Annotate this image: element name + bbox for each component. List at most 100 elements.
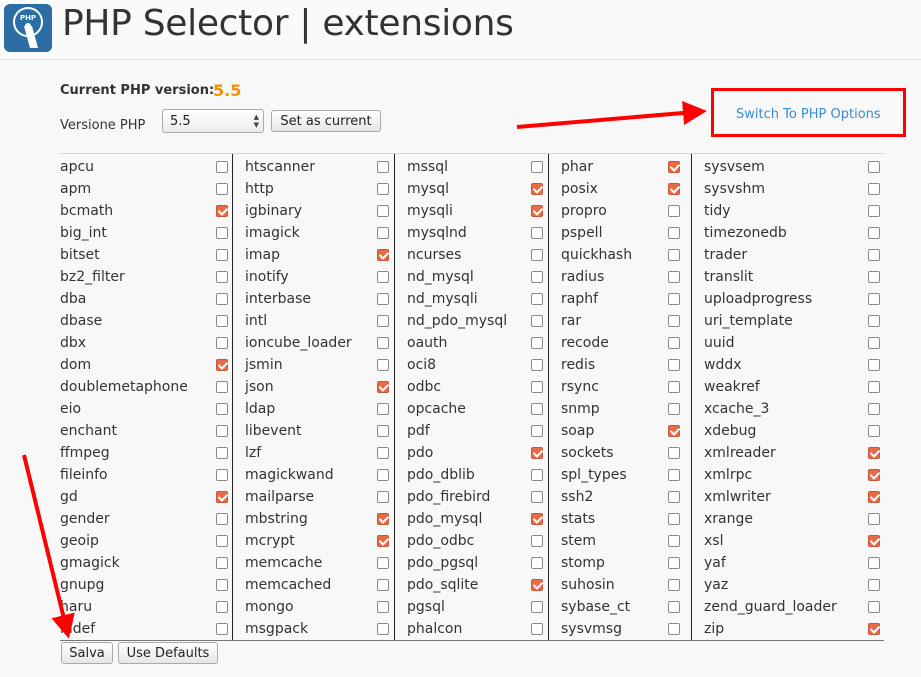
extension-checkbox[interactable] [216, 249, 228, 261]
extension-checkbox[interactable] [868, 337, 880, 349]
extension-checkbox[interactable] [531, 535, 543, 547]
extension-checkbox[interactable] [868, 161, 880, 173]
extension-checkbox[interactable] [377, 447, 389, 459]
extension-checkbox[interactable] [216, 205, 228, 217]
extension-checkbox[interactable] [216, 293, 228, 305]
extension-checkbox[interactable] [216, 513, 228, 525]
extension-checkbox[interactable] [216, 403, 228, 415]
extension-checkbox[interactable] [216, 381, 228, 393]
extension-checkbox[interactable] [531, 315, 543, 327]
extension-checkbox[interactable] [377, 557, 389, 569]
extension-checkbox[interactable] [868, 227, 880, 239]
extension-checkbox[interactable] [377, 601, 389, 613]
extension-checkbox[interactable] [668, 469, 680, 481]
extension-checkbox[interactable] [377, 513, 389, 525]
extension-checkbox[interactable] [868, 513, 880, 525]
extension-checkbox[interactable] [216, 601, 228, 613]
extension-checkbox[interactable] [668, 315, 680, 327]
extension-checkbox[interactable] [668, 403, 680, 415]
extension-checkbox[interactable] [868, 491, 880, 503]
extension-checkbox[interactable] [377, 183, 389, 195]
extension-checkbox[interactable] [668, 227, 680, 239]
extension-checkbox[interactable] [531, 513, 543, 525]
use-defaults-button[interactable]: Use Defaults [118, 642, 218, 664]
extension-checkbox[interactable] [531, 183, 543, 195]
extension-checkbox[interactable] [377, 271, 389, 283]
extension-checkbox[interactable] [216, 315, 228, 327]
extension-checkbox[interactable] [668, 161, 680, 173]
extension-checkbox[interactable] [216, 425, 228, 437]
extension-checkbox[interactable] [377, 491, 389, 503]
extension-checkbox[interactable] [216, 469, 228, 481]
extension-checkbox[interactable] [868, 579, 880, 591]
extension-checkbox[interactable] [668, 337, 680, 349]
extension-checkbox[interactable] [377, 249, 389, 261]
extension-checkbox[interactable] [377, 337, 389, 349]
extension-checkbox[interactable] [377, 315, 389, 327]
extension-checkbox[interactable] [668, 425, 680, 437]
extension-checkbox[interactable] [868, 447, 880, 459]
extension-checkbox[interactable] [531, 491, 543, 503]
php-version-select[interactable]: 5.5 ▲ ▼ [162, 109, 264, 133]
extension-checkbox[interactable] [668, 293, 680, 305]
extension-checkbox[interactable] [216, 337, 228, 349]
extension-checkbox[interactable] [216, 271, 228, 283]
switch-to-php-options-link[interactable]: Switch To PHP Options [736, 107, 881, 122]
extension-checkbox[interactable] [216, 447, 228, 459]
extension-checkbox[interactable] [531, 161, 543, 173]
extension-checkbox[interactable] [868, 381, 880, 393]
extension-checkbox[interactable] [868, 359, 880, 371]
extension-checkbox[interactable] [868, 623, 880, 635]
extension-checkbox[interactable] [531, 293, 543, 305]
extension-checkbox[interactable] [531, 271, 543, 283]
extension-checkbox[interactable] [377, 535, 389, 547]
extension-checkbox[interactable] [377, 381, 389, 393]
extension-checkbox[interactable] [377, 403, 389, 415]
extension-checkbox[interactable] [868, 315, 880, 327]
extension-checkbox[interactable] [377, 579, 389, 591]
extension-checkbox[interactable] [531, 469, 543, 481]
extension-checkbox[interactable] [868, 601, 880, 613]
extension-checkbox[interactable] [531, 403, 543, 415]
extension-checkbox[interactable] [377, 623, 389, 635]
extension-checkbox[interactable] [668, 557, 680, 569]
extension-checkbox[interactable] [868, 249, 880, 261]
extension-checkbox[interactable] [531, 557, 543, 569]
extension-checkbox[interactable] [531, 579, 543, 591]
extension-checkbox[interactable] [668, 579, 680, 591]
extension-checkbox[interactable] [668, 205, 680, 217]
extension-checkbox[interactable] [868, 535, 880, 547]
extension-checkbox[interactable] [216, 161, 228, 173]
extension-checkbox[interactable] [668, 249, 680, 261]
extension-checkbox[interactable] [377, 227, 389, 239]
extension-checkbox[interactable] [668, 359, 680, 371]
extension-checkbox[interactable] [868, 205, 880, 217]
extension-checkbox[interactable] [216, 359, 228, 371]
extension-checkbox[interactable] [668, 535, 680, 547]
extension-checkbox[interactable] [216, 491, 228, 503]
extension-checkbox[interactable] [668, 381, 680, 393]
extension-checkbox[interactable] [531, 337, 543, 349]
extension-checkbox[interactable] [531, 623, 543, 635]
save-button[interactable]: Salva [61, 642, 113, 664]
extension-checkbox[interactable] [531, 601, 543, 613]
extension-checkbox[interactable] [216, 557, 228, 569]
extension-checkbox[interactable] [668, 601, 680, 613]
extension-checkbox[interactable] [216, 183, 228, 195]
extension-checkbox[interactable] [868, 469, 880, 481]
extension-checkbox[interactable] [377, 293, 389, 305]
extension-checkbox[interactable] [216, 579, 228, 591]
extension-checkbox[interactable] [868, 425, 880, 437]
extension-checkbox[interactable] [377, 161, 389, 173]
extension-checkbox[interactable] [216, 623, 228, 635]
extension-checkbox[interactable] [668, 271, 680, 283]
extension-checkbox[interactable] [531, 205, 543, 217]
extension-checkbox[interactable] [216, 535, 228, 547]
extension-checkbox[interactable] [531, 425, 543, 437]
extension-checkbox[interactable] [868, 403, 880, 415]
extension-checkbox[interactable] [531, 249, 543, 261]
extension-checkbox[interactable] [377, 425, 389, 437]
extension-checkbox[interactable] [668, 447, 680, 459]
extension-checkbox[interactable] [868, 557, 880, 569]
extension-checkbox[interactable] [868, 271, 880, 283]
